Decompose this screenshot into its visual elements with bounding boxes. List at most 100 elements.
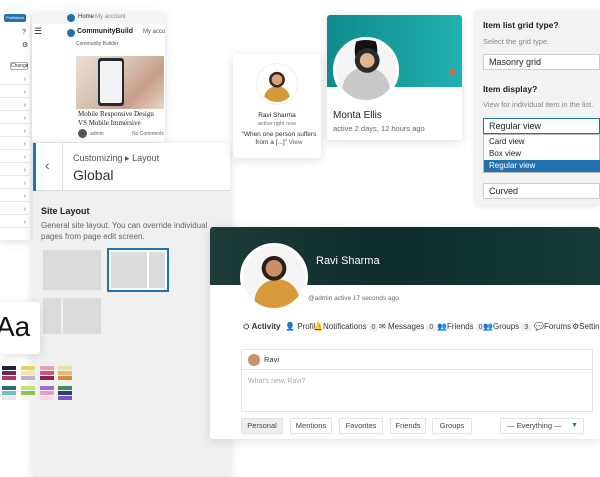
palette-swatch[interactable] [40, 386, 54, 390]
post-user-name: Ravi [264, 355, 280, 364]
grid-type-select[interactable]: Masonry grid [483, 54, 600, 70]
palette-swatch[interactable] [58, 366, 72, 370]
nav-settings[interactable]: ⚙Settin [572, 322, 600, 331]
sidebar-item[interactable]: › [0, 101, 30, 111]
sidebar-item[interactable]: › [0, 192, 30, 202]
sidebar-item[interactable]: › [0, 88, 30, 98]
item-display-label: Item display? [483, 84, 538, 94]
tab-friends[interactable]: Friends [390, 418, 426, 434]
member-card[interactable]: Ravi Sharma active right now “When one p… [233, 54, 321, 158]
forums-icon: 💬 [534, 322, 544, 331]
customizer-sidebar: Published ? ⚙ Change › › › › › › › › › ›… [0, 12, 30, 240]
tab-favorites[interactable]: Favorites [339, 418, 383, 434]
nav-friends[interactable]: 👥Friends 0 [437, 322, 486, 331]
profile-avatar[interactable] [240, 243, 308, 311]
chevron-right-icon: › [23, 167, 26, 174]
view-link[interactable]: View [289, 139, 303, 146]
chevron-right-icon: › [23, 115, 26, 122]
option-regular-view[interactable]: Regular view [484, 160, 600, 172]
sidebar-item[interactable]: › [0, 166, 30, 176]
chevron-right-icon: › [23, 76, 26, 83]
sidebar-item[interactable]: › [0, 153, 30, 163]
profile-avatar[interactable] [333, 37, 399, 103]
chevron-right-icon: › [23, 89, 26, 96]
nav-messages[interactable]: ✉ Messages 0 [379, 322, 437, 331]
shape-select[interactable]: Curved [483, 183, 600, 199]
chevron-right-icon: › [23, 180, 26, 187]
nav-groups[interactable]: 👥Groups 3 [483, 322, 532, 331]
palette-swatch[interactable] [58, 386, 72, 390]
envelope-icon: ✉ [379, 322, 386, 331]
brand-logo-icon [67, 29, 75, 37]
item-display-dropdown: Card view Box view Regular view [483, 134, 600, 173]
post-comments[interactable]: No Comments [132, 131, 164, 137]
profile-name[interactable]: Monta Ellis [333, 110, 382, 121]
post-form-header: Ravi [242, 350, 592, 370]
section-description: General site layout. You can override in… [41, 221, 208, 241]
home-link[interactable]: Home [78, 14, 94, 20]
help-icon[interactable]: ? [22, 29, 26, 36]
settings-panel: Item list grid type? Select the grid typ… [475, 10, 600, 205]
tab-mentions[interactable]: Mentions [290, 418, 332, 434]
palette-swatch[interactable] [21, 386, 35, 390]
site-tagline: Community Builder [76, 41, 119, 47]
member-name[interactable]: Ravi Sharma [233, 112, 321, 119]
panel-title: Global [73, 167, 114, 183]
customizer-panel: ‹ Customizing ▸ Layout Global Site Layou… [33, 143, 230, 477]
option-box-view[interactable]: Box view [484, 148, 600, 160]
nav-notifications[interactable]: 🔔Notifications 0 [313, 322, 379, 331]
breadcrumb: Customizing ▸ Layout [73, 153, 160, 163]
tab-personal[interactable]: Personal [241, 418, 283, 434]
item-display-select[interactable]: Regular view [483, 118, 600, 134]
sidebar-item[interactable]: › [0, 127, 30, 137]
sidebar-item[interactable]: › [0, 218, 30, 228]
change-theme-button[interactable]: Change [10, 62, 29, 70]
activity-filter-select[interactable]: — Everything — ▼ [500, 418, 584, 434]
chevron-right-icon: › [23, 193, 26, 200]
sidebar-item[interactable]: › [0, 205, 30, 215]
chevron-right-icon: › [23, 141, 26, 148]
sidebar-item[interactable]: › [0, 140, 30, 150]
site-name[interactable]: CommunityBuild [77, 28, 133, 35]
post-author[interactable]: admin [90, 131, 104, 137]
layout-option-full[interactable] [43, 250, 101, 290]
chevron-left-icon: ‹ [45, 157, 50, 173]
online-indicator [449, 69, 455, 75]
post-input[interactable]: What's new, Ravi? [248, 378, 305, 385]
font-sample-card[interactable]: Aa [0, 302, 40, 354]
chevron-right-icon: › [23, 154, 26, 161]
back-button[interactable]: ‹ [33, 143, 63, 191]
color-palettes [2, 366, 74, 406]
post-thumbnail[interactable] [76, 56, 164, 109]
settings-icon[interactable]: ⚙ [22, 41, 28, 49]
palette-swatch[interactable] [2, 386, 16, 390]
grid-type-help: Select the grid type. [483, 37, 550, 46]
layout-option-left-sidebar[interactable] [43, 296, 101, 336]
sidebar-item[interactable]: › [0, 75, 30, 85]
my-account-link[interactable]: My account [95, 14, 126, 20]
post-user-avatar [248, 354, 260, 366]
menu-icon[interactable]: ☰ [34, 26, 42, 37]
chevron-right-icon: › [23, 128, 26, 135]
profile-card[interactable]: Monta Ellis active 2 days, 12 hours ago [327, 15, 462, 140]
tab-groups[interactable]: Groups [432, 418, 472, 434]
sidebar-item[interactable]: › [0, 114, 30, 124]
dropdown-arrow-icon: ▼ [571, 422, 578, 429]
palette-swatch[interactable] [2, 366, 16, 370]
layout-option-sidebar[interactable] [107, 248, 169, 292]
sidebar-item[interactable]: › [0, 179, 30, 189]
post-form: Ravi What's new, Ravi? [241, 349, 593, 412]
nav-activity[interactable]: ⛭ Activity [243, 322, 281, 332]
site-logo-icon [67, 14, 75, 22]
post-title[interactable]: Mobile Responsive Design VS Mobile Immer… [78, 110, 162, 128]
author-avatar [78, 129, 87, 138]
publish-button[interactable]: Published [4, 14, 26, 22]
my-account-link[interactable]: My account [143, 29, 165, 35]
member-avatar[interactable] [257, 64, 297, 104]
profile-name: Ravi Sharma [316, 255, 380, 267]
friends-icon: 👥 [437, 322, 447, 331]
palette-swatch[interactable] [21, 366, 35, 370]
palette-swatch[interactable] [40, 366, 54, 370]
nav-forums[interactable]: 💬Forums [534, 322, 571, 331]
option-card-view[interactable]: Card view [484, 136, 600, 148]
